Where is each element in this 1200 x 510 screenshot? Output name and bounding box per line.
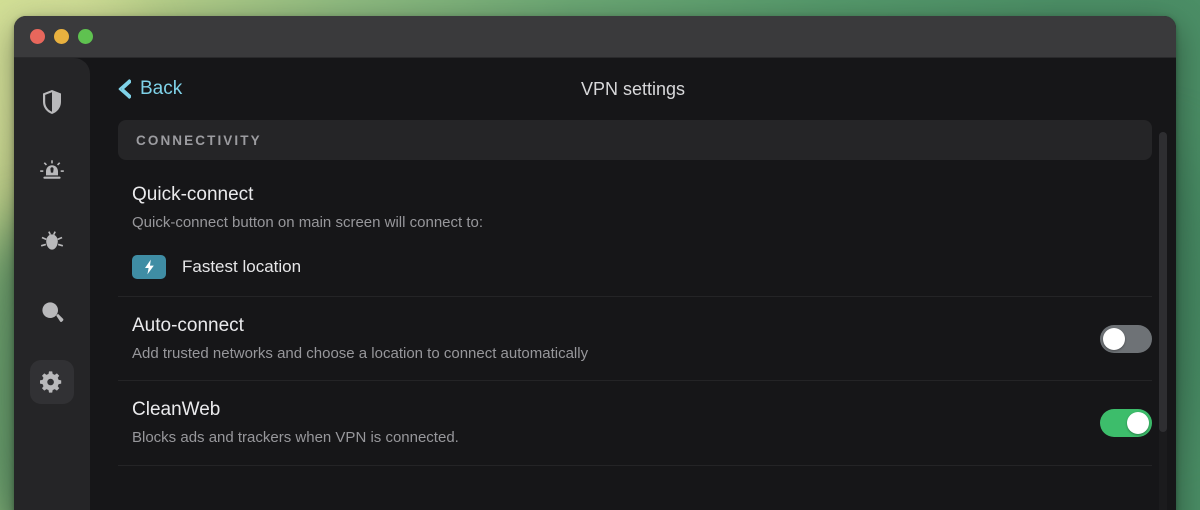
section-header-connectivity: CONNECTIVITY: [118, 120, 1152, 160]
sidebar-item-protection[interactable]: [30, 80, 74, 124]
sidebar-item-scan[interactable]: [30, 290, 74, 334]
row-title: Quick-connect: [132, 184, 254, 205]
app-window: Back VPN settings CONNECTIVITY Quick-con…: [14, 16, 1176, 510]
scrollbar-thumb[interactable]: [1159, 132, 1167, 432]
window-titlebar[interactable]: [14, 16, 1176, 58]
sidebar-item-antivirus[interactable]: [30, 220, 74, 264]
maximize-button-icon[interactable]: [78, 29, 93, 44]
page-title: VPN settings: [580, 78, 686, 99]
row-title: CleanWeb: [132, 399, 221, 420]
section-header-label: CONNECTIVITY: [136, 132, 262, 148]
sidebar-item-settings[interactable]: [30, 360, 74, 404]
row-title: Auto-connect: [132, 314, 244, 336]
row-subtitle: Quick-connect button on main screen will…: [132, 214, 484, 231]
row-cleanweb-content: CleanWeb Blocks ads and trackers when VP…: [132, 399, 1076, 448]
sidebar: [14, 58, 90, 510]
row-subtitle: Add trusted networks and choose a locati…: [132, 344, 589, 362]
quick-connect-selection[interactable]: Fastest location: [132, 254, 1152, 279]
bug-icon: [39, 229, 65, 255]
quick-connect-location-label: Fastest location: [182, 256, 302, 276]
search-privacy-icon: [39, 299, 65, 325]
lightning-bolt-icon: [132, 254, 166, 279]
vertical-scrollbar[interactable]: [1159, 132, 1167, 510]
row-auto-connect[interactable]: Auto-connect Add trusted networks and ch…: [118, 297, 1152, 381]
close-button-icon[interactable]: [30, 29, 45, 44]
auto-connect-toggle[interactable]: [1100, 324, 1152, 353]
row-cleanweb[interactable]: CleanWeb Blocks ads and trackers when VP…: [118, 381, 1152, 466]
traffic-light-group: [30, 29, 93, 44]
back-button[interactable]: Back: [114, 74, 186, 104]
settings-scroll-area[interactable]: CONNECTIVITY Quick-connect Quick-connect…: [90, 120, 1176, 510]
cleanweb-toggle[interactable]: [1100, 409, 1152, 438]
content-panel: Back VPN settings CONNECTIVITY Quick-con…: [90, 58, 1176, 510]
minimize-button-icon[interactable]: [54, 29, 69, 44]
row-quick-connect[interactable]: Quick-connect Quick-connect button on ma…: [118, 166, 1152, 297]
row-auto-connect-content: Auto-connect Add trusted networks and ch…: [132, 315, 1076, 364]
toggle-knob: [1103, 327, 1125, 350]
row-subtitle: Blocks ads and trackers when VPN is conn…: [132, 429, 459, 446]
toggle-knob: [1127, 412, 1149, 435]
gear-icon: [40, 370, 64, 394]
alarm-icon: [39, 159, 65, 185]
window-body: Back VPN settings CONNECTIVITY Quick-con…: [14, 58, 1176, 510]
row-quick-connect-content: Quick-connect Quick-connect button on ma…: [132, 184, 1152, 279]
sidebar-item-alerts[interactable]: [30, 150, 74, 194]
chevron-left-icon: [118, 79, 132, 99]
content-topbar: Back VPN settings: [90, 58, 1176, 120]
back-button-label: Back: [140, 78, 183, 99]
shield-icon: [41, 89, 63, 115]
